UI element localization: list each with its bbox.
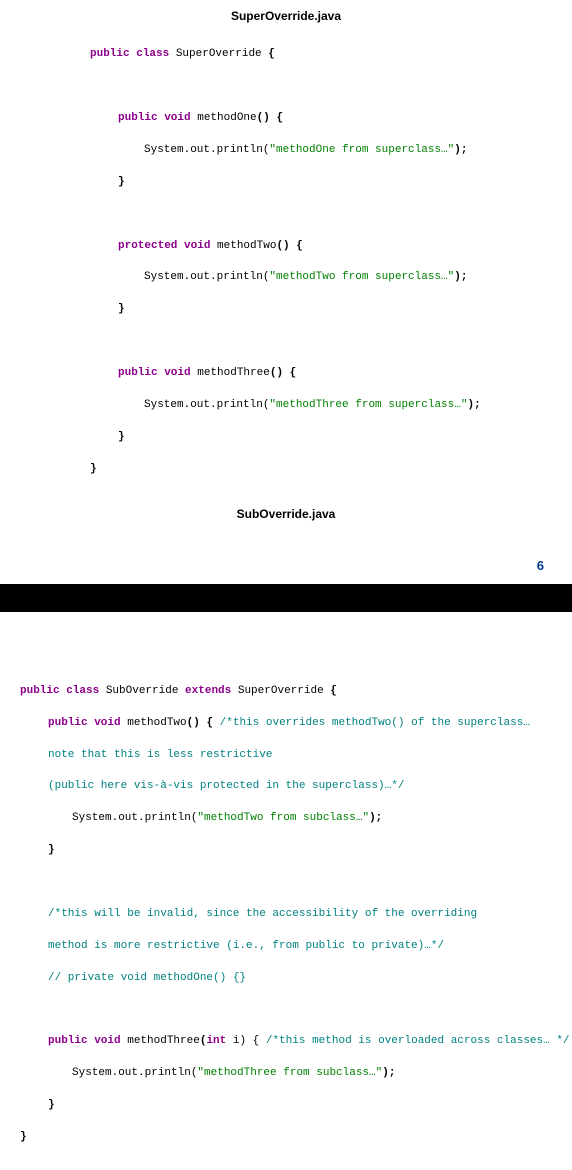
code-line: public void methodOne() { [0, 111, 572, 127]
code-line: // private void methodOne() {} [0, 971, 572, 987]
code-line [0, 875, 572, 891]
code-line: public void methodThree(int i) { /*this … [0, 1034, 572, 1050]
code-line: } [0, 1130, 572, 1146]
code-line: public void methodTwo() { /*this overrid… [0, 716, 572, 732]
page-number: 6 [0, 529, 572, 584]
code-line [0, 334, 572, 350]
code-line: public class SuperOverride { [0, 47, 572, 63]
code-line: note that this is less restrictive [0, 748, 572, 764]
code-line: } [0, 462, 572, 478]
file2-heading: SubOverride.java [0, 502, 572, 529]
page-separator-bar [0, 584, 572, 612]
sub-code-block: public class SubOverride extends SuperOv… [0, 668, 572, 1170]
code-line: method is more restrictive (i.e., from p… [0, 939, 572, 955]
code-line: System.out.println("methodOne from super… [0, 143, 572, 159]
code-line [0, 1003, 572, 1019]
code-line: System.out.println("methodThree from sup… [0, 398, 572, 414]
code-line: } [0, 430, 572, 446]
code-line: (public here vis-à-vis protected in the … [0, 779, 572, 795]
code-line: public class SubOverride extends SuperOv… [0, 684, 572, 700]
super-code-block: public class SuperOverride { public void… [0, 31, 572, 501]
code-line: } [0, 1098, 572, 1114]
file1-heading: SuperOverride.java [0, 4, 572, 31]
code-line: System.out.println("methodThree from sub… [0, 1066, 572, 1082]
code-line [0, 207, 572, 223]
code-line [0, 79, 572, 95]
code-line: public void methodThree() { [0, 366, 572, 382]
code-line: /*this will be invalid, since the access… [0, 907, 572, 923]
code-line: System.out.println("methodTwo from subcl… [0, 811, 572, 827]
code-line: protected void methodTwo() { [0, 239, 572, 255]
code-line: } [0, 302, 572, 318]
code-line: } [0, 843, 572, 859]
code-line: System.out.println("methodTwo from super… [0, 270, 572, 286]
code-line: } [0, 175, 572, 191]
